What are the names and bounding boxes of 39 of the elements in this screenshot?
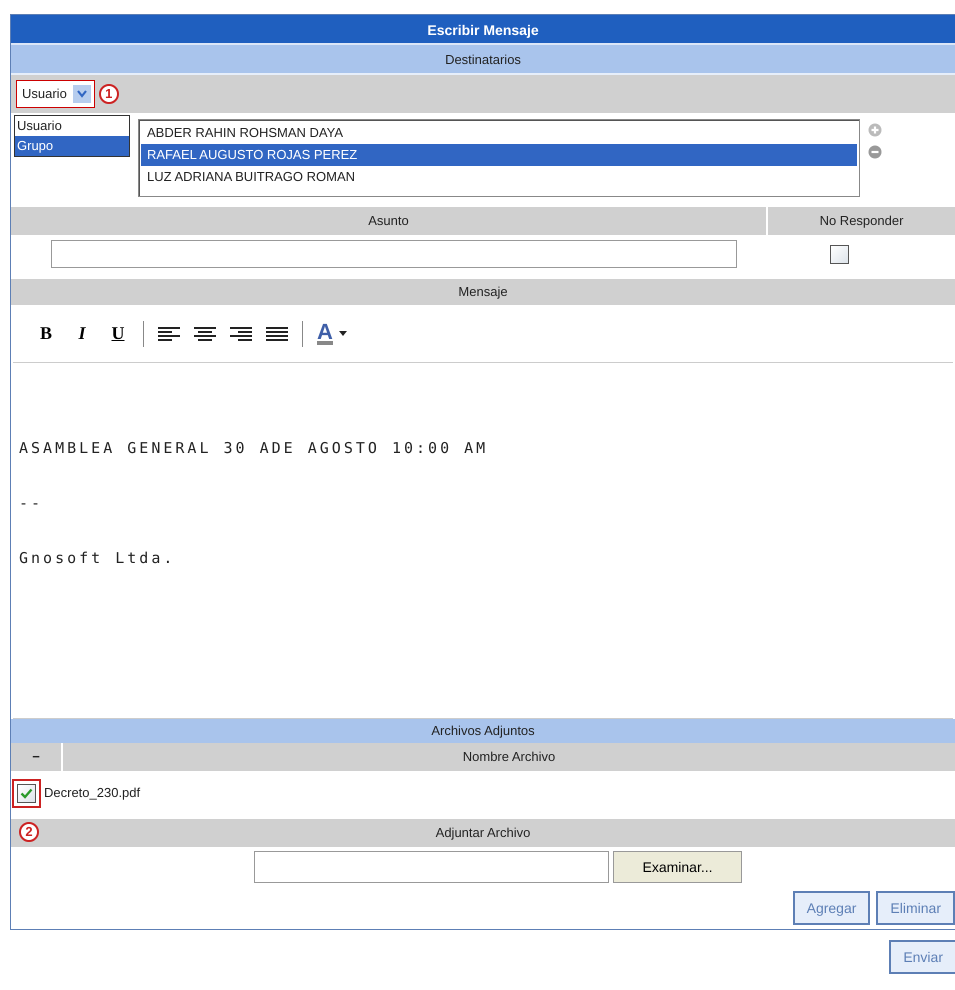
justify-icon[interactable] [266, 324, 288, 342]
caret-icon [338, 331, 347, 336]
add-icon [868, 123, 882, 137]
bold-button[interactable]: B [35, 320, 57, 347]
type-select[interactable]: Usuario [16, 80, 95, 108]
recipient-item[interactable]: ABDER RAHIN ROHSMAN DAYA [141, 122, 857, 144]
column-header: Asunto [11, 207, 766, 235]
message-text-line: -- [19, 493, 44, 510]
annotation-marker: 2 [19, 822, 39, 842]
caret-icon [76, 90, 87, 98]
italic-button[interactable]: I [71, 320, 93, 347]
align-left-icon[interactable] [158, 324, 180, 342]
dropdown-option[interactable]: Usuario [15, 116, 129, 136]
no-reply-checkbox[interactable] [830, 244, 848, 264]
recipient-item[interactable]: LUZ ADRIANA BUITRAGO ROMAN [141, 166, 857, 188]
subject-field[interactable] [51, 240, 737, 268]
collapse-toggle[interactable]: − [11, 743, 61, 771]
align-right-icon[interactable] [230, 324, 252, 342]
annotation-marker: 1 [98, 84, 119, 104]
browse-button[interactable]: Examinar... [613, 851, 742, 883]
section-header: Mensaje [11, 279, 955, 305]
window-title: Escribir Mensaje [11, 15, 955, 45]
section-header: Destinatarios [11, 45, 955, 75]
recipient-item[interactable]: RAFAEL AUGUSTO ROJAS PEREZ [141, 144, 857, 166]
file-name: Decreto_230.pdf [44, 784, 140, 802]
section-header: Archivos Adjuntos [11, 719, 955, 743]
section-header: Adjuntar Archivo [436, 824, 530, 842]
column-header: Nombre Archivo [63, 743, 955, 771]
check-icon [20, 788, 33, 798]
column-header: No Responder [768, 207, 955, 235]
align-center-icon[interactable] [194, 324, 216, 342]
underline-button[interactable]: U [107, 320, 129, 347]
message-text-line: Gnosoft Ltda. [19, 548, 176, 565]
font-color-button[interactable]: A [317, 322, 347, 344]
recipient-list[interactable]: ABDER RAHIN ROHSMAN DAYA RAFAEL AUGUSTO ROJAS PEREZ LUZ ADRIANA BUITRAGO ROMAN [138, 119, 860, 197]
dropdown-option[interactable]: Grupo [15, 136, 129, 156]
file-path-field[interactable] [254, 851, 610, 883]
message-text-line: ASAMBLEA GENERAL 30 ADE AGOSTO 10:00 AM [19, 438, 490, 455]
remove-icon [868, 145, 882, 159]
